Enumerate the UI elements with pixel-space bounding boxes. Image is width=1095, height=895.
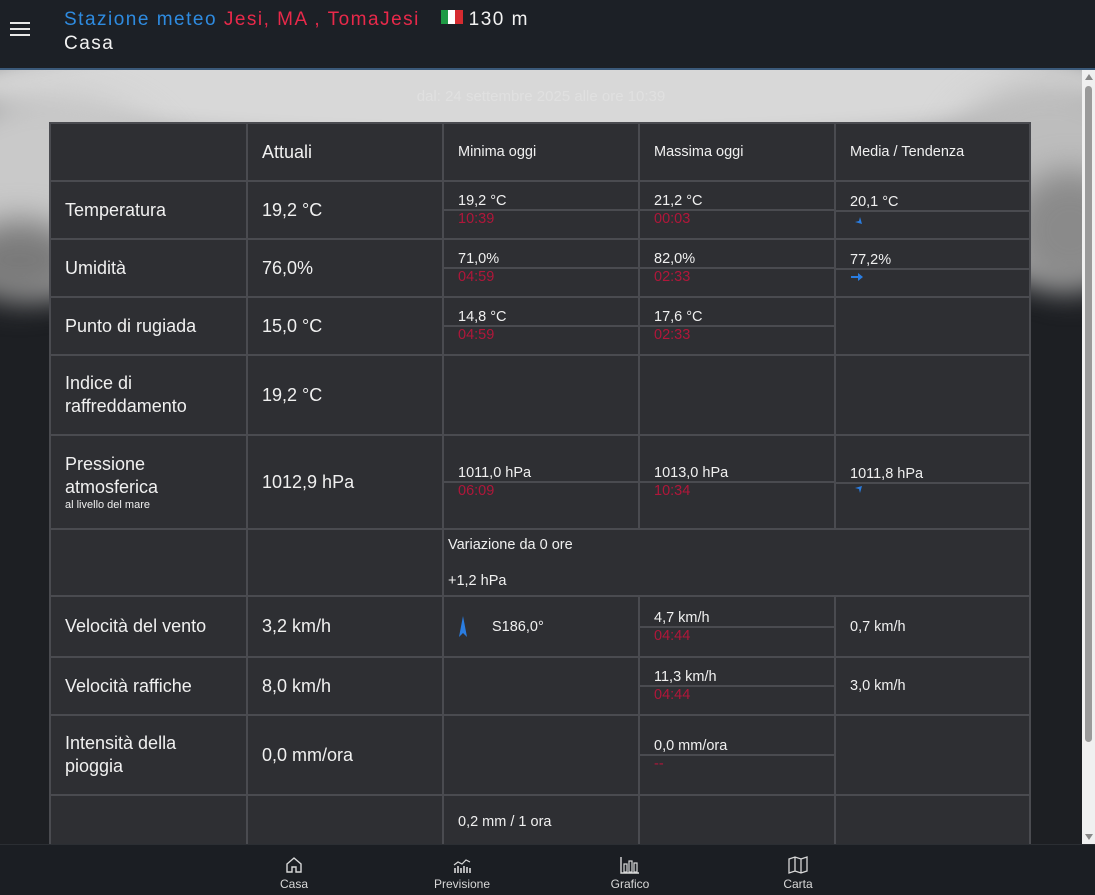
max-time: -- bbox=[640, 754, 834, 772]
current-value: 8,0 km/h bbox=[246, 656, 444, 716]
rain-last-value: 0,2 mm / 1 ora bbox=[442, 794, 640, 850]
nav-grafico[interactable]: Grafico bbox=[590, 855, 670, 891]
italy-flag-icon bbox=[440, 8, 463, 24]
nav-label: Grafico bbox=[610, 877, 650, 891]
trend-down-right-icon bbox=[852, 214, 862, 224]
table-row: Variazione da 0 ore +1,2 hPa bbox=[49, 528, 1031, 597]
row-label: Intensità della pioggia bbox=[49, 714, 248, 796]
weather-table: Attuali Minima oggi Massima oggi Media /… bbox=[49, 122, 1031, 850]
header-avg: Media / Tendenza bbox=[834, 122, 1031, 182]
header-max: Massima oggi bbox=[638, 122, 836, 182]
row-label: Velocità raffiche bbox=[49, 656, 248, 716]
home-icon bbox=[286, 857, 302, 873]
trend-up-right-icon bbox=[852, 486, 862, 496]
page-subtitle: Casa bbox=[64, 33, 115, 54]
row-label: Punto di rugiada bbox=[49, 296, 248, 356]
avg-value: 1011,8 hPa bbox=[850, 466, 924, 482]
min-value: 71,0% bbox=[458, 251, 500, 267]
table-row: Temperatura 19,2 °C 19,2 °C 10:39 21,2 °C… bbox=[49, 180, 1031, 240]
max-value: 0,0 mm/ora bbox=[654, 738, 728, 754]
table-header-row: Attuali Minima oggi Massima oggi Media /… bbox=[49, 122, 1031, 182]
max-time: 10:34 bbox=[640, 481, 834, 499]
min-value: 1011,0 hPa bbox=[458, 465, 532, 481]
app-header: Stazione meteo Jesi, MA , TomaJesi 130 m… bbox=[0, 0, 1095, 70]
table-row: Indice di raffreddamento 19,2 °C bbox=[49, 354, 1031, 436]
avg-value: 20,1 °C bbox=[850, 194, 899, 210]
trend-right-icon bbox=[851, 273, 863, 281]
variation-value: +1,2 hPa bbox=[448, 572, 507, 589]
row-label: Velocità del vento bbox=[49, 595, 248, 658]
header-min: Minima oggi bbox=[442, 122, 640, 182]
current-value: 15,0 °C bbox=[246, 296, 444, 356]
max-value: 4,7 km/h bbox=[654, 609, 710, 626]
row-label: Indice di raffreddamento bbox=[49, 354, 248, 436]
current-value: 3,2 km/h bbox=[246, 595, 444, 658]
max-value: 17,6 °C bbox=[654, 309, 703, 325]
min-time: 06:09 bbox=[444, 481, 638, 499]
nav-carta[interactable]: Carta bbox=[758, 855, 838, 891]
avg-value: 3,0 km/h bbox=[834, 656, 1031, 716]
max-time: 02:33 bbox=[640, 325, 834, 343]
station-title: Stazione meteo Jesi, MA , TomaJesi 130 m bbox=[64, 8, 529, 31]
max-value: 1013,0 hPa bbox=[654, 465, 729, 481]
wind-direction: S186,0° bbox=[492, 618, 544, 635]
scroll-thumb[interactable] bbox=[1085, 86, 1092, 742]
nav-label: Previsione bbox=[433, 877, 491, 891]
table-row: Pressione atmosferica al livello del mare… bbox=[49, 434, 1031, 530]
nav-label: Casa bbox=[279, 877, 308, 891]
scroll-down-icon[interactable] bbox=[1085, 834, 1093, 840]
current-value: 19,2 °C bbox=[246, 354, 444, 436]
min-time: 10:39 bbox=[444, 209, 638, 227]
map-icon bbox=[788, 856, 808, 874]
min-time: 04:59 bbox=[444, 267, 638, 285]
header-current: Attuali bbox=[246, 122, 444, 182]
station-altitude: 130 m bbox=[468, 9, 529, 30]
last-updated: dal: 24 settembre 2025 alle ore 10:39 bbox=[416, 88, 666, 105]
avg-value: 77,2% bbox=[850, 252, 892, 268]
variation-label: Variazione da 0 ore bbox=[448, 536, 573, 553]
station-label: Stazione meteo bbox=[64, 9, 218, 30]
row-label: Temperatura bbox=[49, 180, 248, 240]
nav-casa[interactable]: Casa bbox=[254, 855, 334, 891]
max-time: 04:44 bbox=[640, 625, 834, 644]
current-value: 19,2 °C bbox=[246, 180, 444, 240]
hamburger-menu-icon[interactable] bbox=[10, 22, 30, 38]
nav-previsione[interactable]: Previsione bbox=[422, 855, 502, 891]
scroll-up-icon[interactable] bbox=[1085, 74, 1093, 80]
table-row: 0,2 mm / 1 ora bbox=[49, 794, 1031, 850]
table-row: Punto di rugiada 15,0 °C 14,8 °C 04:59 17… bbox=[49, 296, 1031, 356]
max-value: 11,3 km/h bbox=[654, 669, 717, 685]
forecast-icon bbox=[453, 859, 471, 873]
pressure-sublabel: al livello del mare bbox=[65, 499, 150, 511]
table-row: Velocità raffiche 8,0 km/h 11,3 km/h 04:4… bbox=[49, 656, 1031, 716]
max-time: 04:44 bbox=[640, 685, 834, 703]
nav-label: Carta bbox=[783, 877, 813, 891]
min-value: 19,2 °C bbox=[458, 193, 507, 209]
table-row: Intensità della pioggia 0,0 mm/ora 0,0 m… bbox=[49, 714, 1031, 796]
max-value: 21,2 °C bbox=[654, 193, 703, 209]
row-label: Umidità bbox=[49, 238, 248, 298]
wind-direction-icon bbox=[459, 615, 467, 637]
max-time: 00:03 bbox=[640, 209, 834, 227]
station-location: Jesi, MA , TomaJesi bbox=[223, 9, 420, 30]
chart-icon bbox=[620, 857, 639, 874]
max-time: 02:33 bbox=[640, 267, 834, 285]
bottom-navigation: Casa Previsione Grafico Carta bbox=[0, 844, 1095, 895]
min-time: 04:59 bbox=[444, 325, 638, 343]
pressure-label: Pressione atmosferica bbox=[65, 454, 159, 497]
table-row: Velocità del vento 3,2 km/h S186,0° 4,7 … bbox=[49, 595, 1031, 658]
current-value: 1012,9 hPa bbox=[246, 434, 444, 530]
vertical-scrollbar[interactable] bbox=[1082, 70, 1095, 844]
row-label: Pressione atmosferica al livello del mare bbox=[49, 434, 248, 530]
max-value: 82,0% bbox=[654, 251, 696, 267]
min-value: 14,8 °C bbox=[458, 309, 507, 325]
table-row: Umidità 76,0% 71,0% 04:59 82,0% 02:33 77,2… bbox=[49, 238, 1031, 298]
current-value: 76,0% bbox=[246, 238, 444, 298]
avg-value: 0,7 km/h bbox=[834, 595, 1031, 658]
current-value: 0,0 mm/ora bbox=[246, 714, 444, 796]
